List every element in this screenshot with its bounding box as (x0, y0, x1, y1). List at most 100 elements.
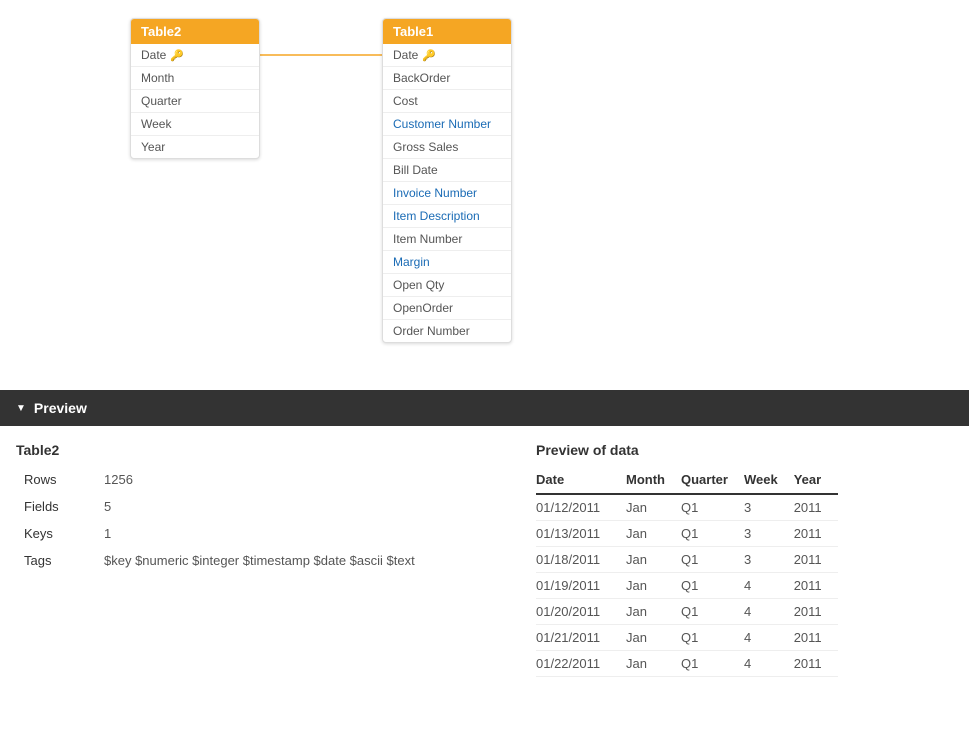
preview-label: Preview (34, 400, 87, 416)
table1-field-date[interactable]: Date 🔑 (383, 44, 511, 67)
t1-date-text: Date (393, 48, 418, 62)
data-preview-title: Preview of data (536, 442, 953, 458)
preview-data-row: 01/18/2011JanQ132011 (536, 547, 838, 573)
table1-field-item-number[interactable]: Item Number (383, 228, 511, 251)
bill-date-text: Bill Date (393, 163, 438, 177)
preview-cell: 2011 (794, 651, 838, 677)
week-text: Week (141, 117, 171, 131)
open-qty-text: Open Qty (393, 278, 444, 292)
diagram-area: Table2 Date 🔑 Month Quarter Week Year Ta… (0, 0, 969, 390)
meta-label: Rows (16, 466, 96, 493)
table2-header: Table2 (131, 19, 259, 44)
preview-column-header: Week (744, 466, 794, 494)
preview-cell: Jan (626, 573, 681, 599)
preview-cell: Q1 (681, 547, 744, 573)
year-text: Year (141, 140, 165, 154)
table1-header: Table1 (383, 19, 511, 44)
preview-content: Table2 Rows1256Fields5Keys1Tags$key $num… (0, 426, 969, 693)
preview-cell: 3 (744, 521, 794, 547)
preview-data-row: 01/19/2011JanQ142011 (536, 573, 838, 599)
preview-cell: 01/19/2011 (536, 573, 626, 599)
preview-cell: 3 (744, 494, 794, 521)
table1-field-bill-date[interactable]: Bill Date (383, 159, 511, 182)
preview-cell: 01/20/2011 (536, 599, 626, 625)
customer-number-text: Customer Number (393, 117, 491, 131)
preview-cell: 2011 (794, 573, 838, 599)
table2-field-month[interactable]: Month (131, 67, 259, 90)
metadata-row: Fields5 (16, 493, 496, 520)
preview-cell: Q1 (681, 625, 744, 651)
meta-label: Keys (16, 520, 96, 547)
preview-bar: ▼ Preview (0, 390, 969, 426)
preview-cell: Q1 (681, 599, 744, 625)
meta-value: $key $numeric $integer $timestamp $date … (96, 547, 496, 574)
meta-label: Fields (16, 493, 96, 520)
table2-metadata-title: Table2 (16, 442, 496, 458)
meta-label: Tags (16, 547, 96, 574)
table1-field-order-number[interactable]: Order Number (383, 320, 511, 342)
table1-field-margin[interactable]: Margin (383, 251, 511, 274)
preview-column-header: Month (626, 466, 681, 494)
preview-column-header: Year (794, 466, 838, 494)
meta-value: 1256 (96, 466, 496, 493)
preview-cell: Q1 (681, 494, 744, 521)
triangle-icon: ▼ (16, 403, 26, 414)
table2-field-year[interactable]: Year (131, 136, 259, 158)
preview-cell: 3 (744, 547, 794, 573)
preview-cell: 4 (744, 625, 794, 651)
meta-value: 5 (96, 493, 496, 520)
table2-field-date[interactable]: Date 🔑 (131, 44, 259, 67)
preview-cell: Jan (626, 625, 681, 651)
invoice-number-text: Invoice Number (393, 186, 477, 200)
preview-cell: Q1 (681, 651, 744, 677)
preview-data-row: 01/21/2011JanQ142011 (536, 625, 838, 651)
table1-field-open-order[interactable]: OpenOrder (383, 297, 511, 320)
quarter-text: Quarter (141, 94, 182, 108)
metadata-table: Rows1256Fields5Keys1Tags$key $numeric $i… (16, 466, 496, 574)
gross-sales-text: Gross Sales (393, 140, 458, 154)
table1-field-gross-sales[interactable]: Gross Sales (383, 136, 511, 159)
metadata-row: Keys1 (16, 520, 496, 547)
preview-cell: 2011 (794, 599, 838, 625)
data-preview-section: Preview of data DateMonthQuarterWeekYear… (536, 442, 953, 677)
preview-cell: 01/18/2011 (536, 547, 626, 573)
table1-field-open-qty[interactable]: Open Qty (383, 274, 511, 297)
table1-field-customer-number[interactable]: Customer Number (383, 113, 511, 136)
table2-field-week[interactable]: Week (131, 113, 259, 136)
preview-cell: Q1 (681, 573, 744, 599)
preview-cell: Jan (626, 599, 681, 625)
preview-cell: 01/22/2011 (536, 651, 626, 677)
preview-column-header: Quarter (681, 466, 744, 494)
cost-text: Cost (393, 94, 418, 108)
key-icon-date: 🔑 (170, 49, 184, 62)
preview-data-row: 01/20/2011JanQ142011 (536, 599, 838, 625)
preview-table: DateMonthQuarterWeekYear 01/12/2011JanQ1… (536, 466, 838, 677)
table1-field-cost[interactable]: Cost (383, 90, 511, 113)
preview-cell: Jan (626, 651, 681, 677)
table1-field-item-description[interactable]: Item Description (383, 205, 511, 228)
preview-cell: Jan (626, 494, 681, 521)
preview-cell: 01/21/2011 (536, 625, 626, 651)
preview-cell: 2011 (794, 521, 838, 547)
preview-column-header: Date (536, 466, 626, 494)
item-description-text: Item Description (393, 209, 480, 223)
table2-box: Table2 Date 🔑 Month Quarter Week Year (130, 18, 260, 159)
date-text: Date (141, 48, 166, 62)
key-icon-t1-date: 🔑 (422, 49, 436, 62)
item-number-text: Item Number (393, 232, 462, 246)
table2-field-quarter[interactable]: Quarter (131, 90, 259, 113)
table1-field-invoice-number[interactable]: Invoice Number (383, 182, 511, 205)
preview-data-row: 01/13/2011JanQ132011 (536, 521, 838, 547)
preview-cell: 01/12/2011 (536, 494, 626, 521)
preview-cell: 4 (744, 573, 794, 599)
preview-cell: 2011 (794, 625, 838, 651)
preview-cell: 4 (744, 651, 794, 677)
preview-cell: 2011 (794, 547, 838, 573)
preview-data-row: 01/12/2011JanQ132011 (536, 494, 838, 521)
open-order-text: OpenOrder (393, 301, 453, 315)
table1-box: Table1 Date 🔑 BackOrder Cost Customer Nu… (382, 18, 512, 343)
table1-field-backorder[interactable]: BackOrder (383, 67, 511, 90)
preview-data-row: 01/22/2011JanQ142011 (536, 651, 838, 677)
margin-text: Margin (393, 255, 430, 269)
preview-cell: 01/13/2011 (536, 521, 626, 547)
